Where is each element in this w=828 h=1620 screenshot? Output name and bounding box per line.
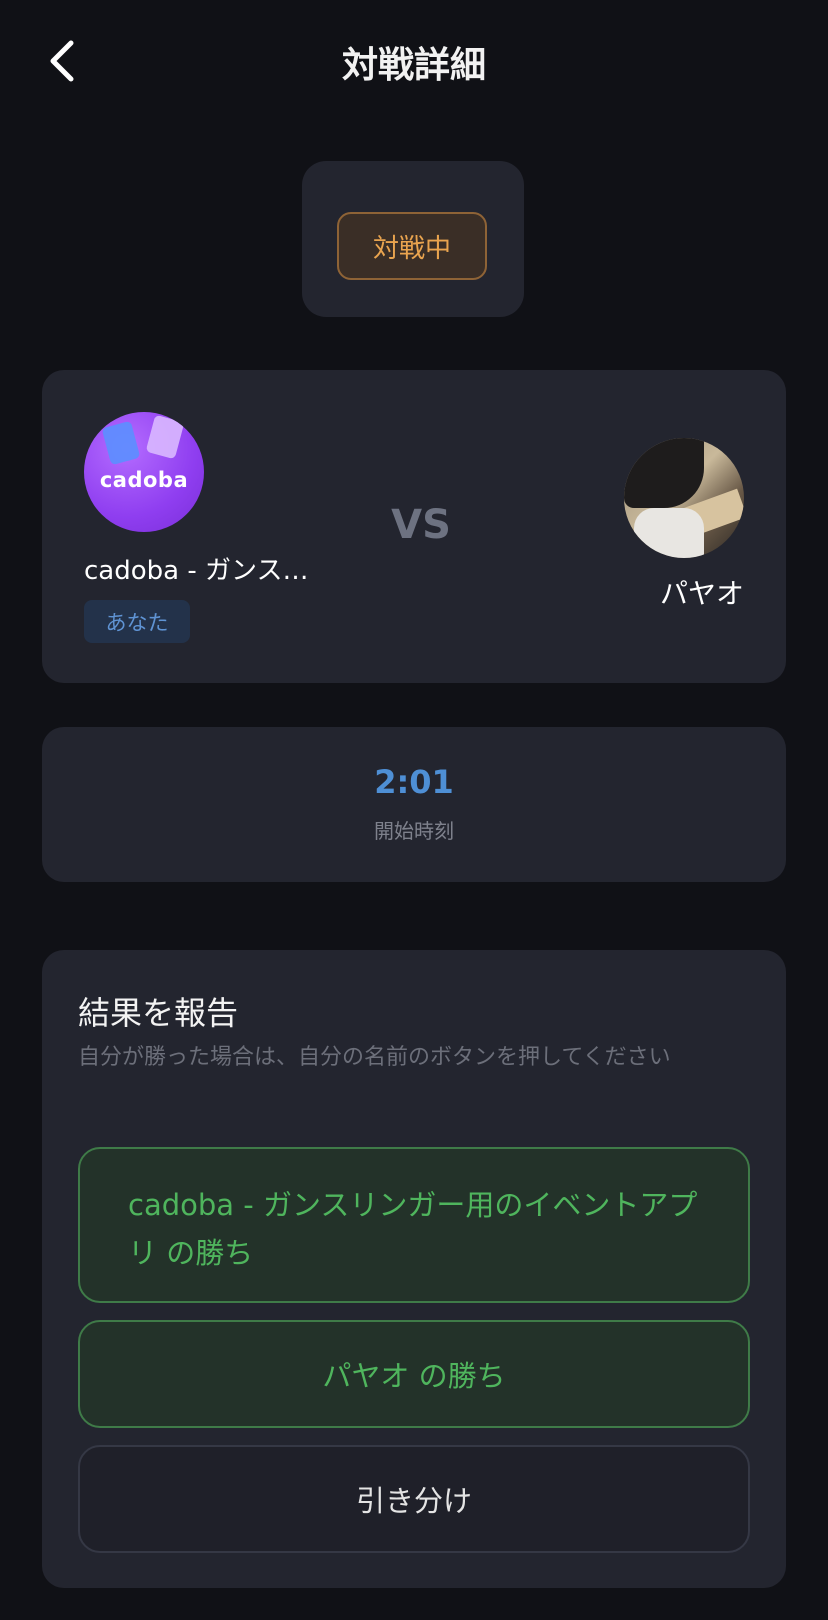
start-time-card: 2:01 開始時刻 xyxy=(42,727,786,882)
avatar-logo-text: cadoba xyxy=(99,468,189,492)
avatar-photo-hair xyxy=(624,438,704,508)
avatar-photo-shirt xyxy=(634,508,704,558)
page-title: 対戦詳細 xyxy=(341,45,486,86)
report-card: 結果を報告 自分が勝った場合は、自分の名前のボタンを押してください cadoba… xyxy=(42,950,786,1588)
match-card: cadoba cadoba - ガンス… あなた VS パヤオ xyxy=(42,370,786,683)
status-badge: 対戦中 xyxy=(337,212,487,280)
player1-avatar: cadoba xyxy=(84,412,204,532)
status-card: 対戦中 xyxy=(302,161,524,317)
player1-name: cadoba - ガンス… xyxy=(84,556,309,586)
player2-avatar xyxy=(624,438,744,558)
card-icon xyxy=(145,414,185,460)
draw-button[interactable]: 引き分け xyxy=(78,1445,750,1553)
report-title: 結果を報告 xyxy=(78,994,239,1032)
player2-win-button[interactable]: パヤオ の勝ち xyxy=(78,1320,750,1428)
you-badge: あなた xyxy=(84,600,190,643)
player1-win-button[interactable]: cadoba - ガンスリンガー用のイベントアプリ の勝ち xyxy=(78,1147,750,1303)
report-description: 自分が勝った場合は、自分の名前のボタンを押してください xyxy=(78,1045,671,1070)
header: 対戦詳細 xyxy=(0,0,828,120)
player2-name: パヤオ xyxy=(659,577,744,610)
vs-label: VS xyxy=(391,502,451,548)
card-icon xyxy=(101,420,141,466)
start-time-value: 2:01 xyxy=(374,763,454,801)
start-time-label: 開始時刻 xyxy=(374,819,454,843)
